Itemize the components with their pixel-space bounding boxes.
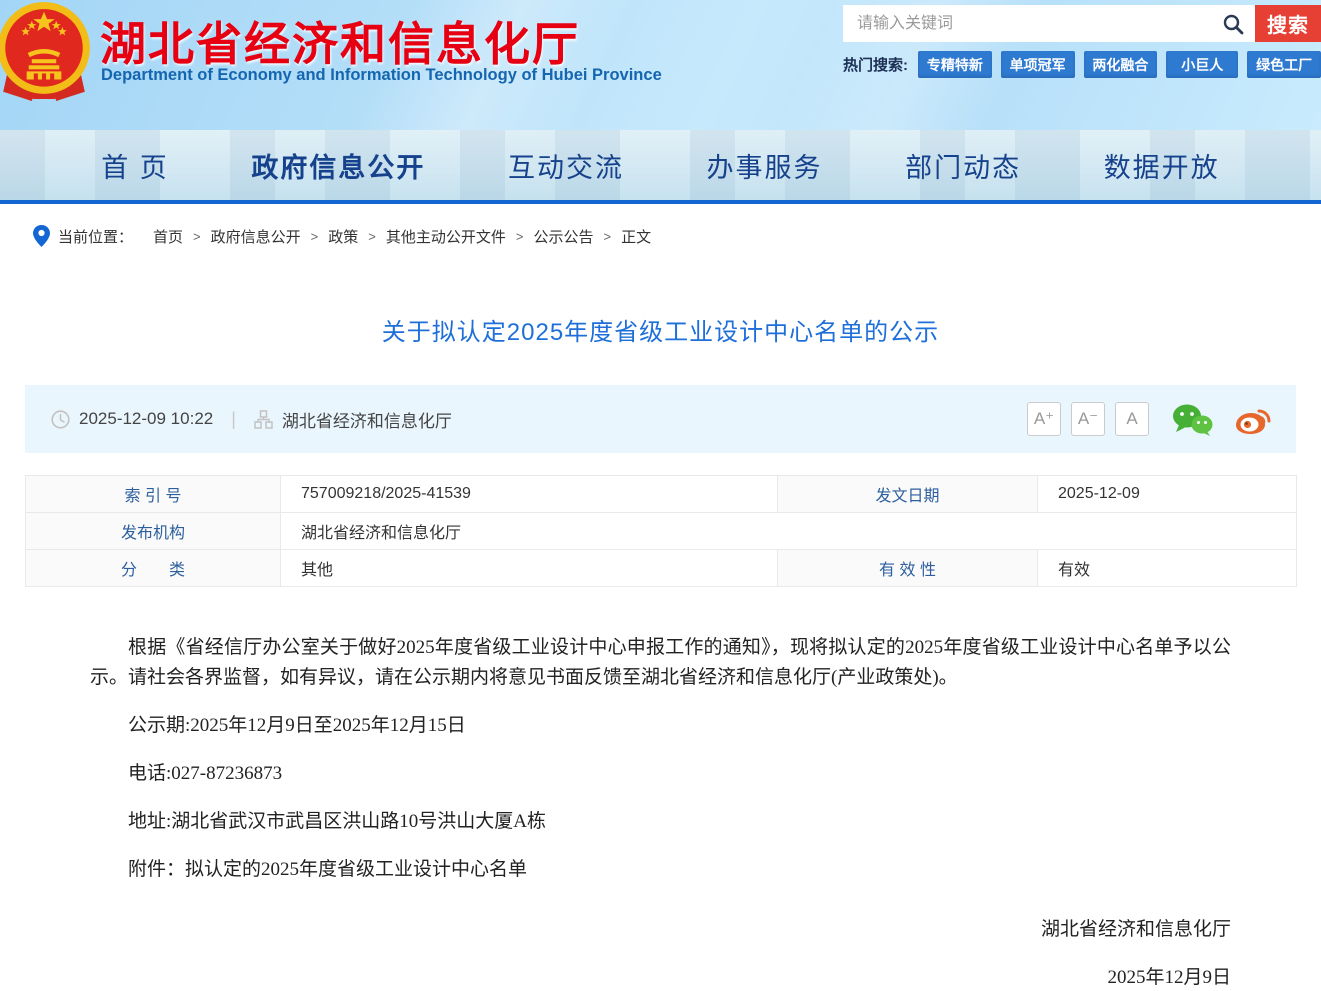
nav-item-gov-info[interactable]: 政府信息公开 [251,146,425,185]
crumb-separator: > [193,228,201,244]
main-nav: 首 页 政府信息公开 互动交流 办事服务 部门动态 数据开放 [0,130,1321,204]
site-title: 湖北省经济和信息化厅 [100,18,580,70]
national-emblem-icon [0,2,90,101]
category-label: 分 类 [25,549,281,587]
document-info-table: 索 引 号 757009218/2025-41539 发文日期 2025-12-… [25,475,1297,587]
signature-block: 湖北省经济和信息化厅 2025年12月9日 [90,915,1231,991]
weibo-share-icon[interactable] [1235,403,1272,435]
nav-item-interaction[interactable]: 互动交流 [508,146,624,185]
meta-divider: | [231,408,236,429]
crumb-separator: > [368,228,376,244]
validity-label: 有 效 性 [777,549,1038,587]
nav-item-dept-news[interactable]: 部门动态 [905,146,1021,185]
crumb-policy[interactable]: 政策 [328,226,358,247]
font-reset-button[interactable]: A [1115,402,1149,436]
search-icon[interactable] [1211,5,1255,42]
clock-icon [51,409,70,429]
hot-tag-lsgc[interactable]: 绿色工厂 [1247,51,1321,78]
crumb-other-docs[interactable]: 其他主动公开文件 [386,226,506,247]
search-area: 搜索 热门搜索: 专精特新 单项冠军 两化融合 小巨人 绿色工厂 [843,5,1321,78]
site-banner: 湖北省经济和信息化厅 Department of Economy and Inf… [0,0,1321,130]
search-button[interactable]: 搜索 [1255,5,1321,42]
publisher-label: 发布机构 [25,512,281,550]
nav-item-services[interactable]: 办事服务 [707,146,823,185]
crumb-announcements[interactable]: 公示公告 [533,226,593,247]
hot-search-row: 热门搜索: 专精特新 单项冠军 两化融合 小巨人 绿色工厂 [843,51,1321,78]
publish-datetime: 2025-12-09 10:22 [79,409,214,428]
search-input[interactable] [843,5,1211,42]
location-pin-icon [33,225,50,247]
crumb-gov-info[interactable]: 政府信息公开 [211,226,301,247]
hot-search-label: 热门搜索: [843,57,908,74]
breadcrumb: 当前位置： 首页 > 政府信息公开 > 政策 > 其他主动公开文件 > 公示公告… [0,204,1321,268]
page: 湖北省经济和信息化厅 Department of Economy and Inf… [0,0,1321,991]
font-smaller-button[interactable]: A⁻ [1071,402,1105,436]
font-larger-button[interactable]: A⁺ [1027,402,1061,436]
nav-item-home[interactable]: 首 页 [101,146,169,185]
crumb-current: 正文 [621,228,652,246]
signature-org: 湖北省经济和信息化厅 [1040,919,1231,940]
article-meta-bar: 2025-12-09 10:22 | 湖北省经济和信息化厅 A⁺ A⁻ A [25,385,1296,453]
crumb-separator: > [310,228,319,244]
contact-address: 地址:湖北省武汉市武昌区洪山路10号洪山大厦A栋 [128,811,547,832]
hot-tag-dxgj[interactable]: 单项冠军 [1000,51,1075,78]
hot-tag-lhrh[interactable]: 两化融合 [1083,51,1158,78]
site-subtitle: Department of Economy and Information Te… [101,66,662,84]
table-row: 索 引 号 757009218/2025-41539 发文日期 2025-12-… [25,475,1297,513]
article-body: 根据《省经信厅办公室关于做好2025年度省级工业设计中心申报工作的通知》，现将拟… [0,633,1321,991]
contact-phone: 电话:027-87236873 [128,763,283,784]
issue-date-value: 2025-12-09 [1037,475,1297,513]
attachment-link[interactable]: 拟认定的2025年度省级工业设计中心名单 [185,859,527,880]
crumb-home[interactable]: 首页 [153,226,183,247]
validity-value: 有效 [1037,549,1297,587]
publisher-value: 湖北省经济和信息化厅 [280,512,1297,550]
wechat-share-icon[interactable] [1171,403,1213,436]
hot-tag-xjr[interactable]: 小巨人 [1166,51,1239,78]
body-paragraph-1: 根据《省经信厅办公室关于做好2025年度省级工业设计中心申报工作的通知》，现将拟… [90,637,1231,688]
signature-date: 2025年12月9日 [1107,967,1231,988]
attachment-line: 附件：拟认定的2025年度省级工业设计中心名单 [90,855,1231,885]
nav-item-open-data[interactable]: 数据开放 [1104,146,1220,185]
article-title: 关于拟认定2025年度省级工业设计中心名单的公示 [381,319,940,346]
index-number-label: 索 引 号 [25,475,281,513]
publish-source: 湖北省经济和信息化厅 [281,411,452,431]
table-row: 发布机构 湖北省经济和信息化厅 [25,512,1297,550]
publicity-period: 公示期:2025年12月9日至2025年12月15日 [128,715,466,736]
category-value: 其他 [280,549,778,587]
attachment-label: 附件： [128,859,186,880]
crumb-separator: > [603,228,612,244]
index-number-value: 757009218/2025-41539 [280,475,778,513]
issue-date-label: 发文日期 [777,475,1038,513]
breadcrumb-label: 当前位置： [58,228,134,246]
hot-tag-zjtx[interactable]: 专精特新 [918,51,992,78]
table-row: 分 类 其他 有 效 性 有效 [25,549,1297,587]
source-icon [254,409,273,429]
crumb-separator: > [515,228,524,244]
